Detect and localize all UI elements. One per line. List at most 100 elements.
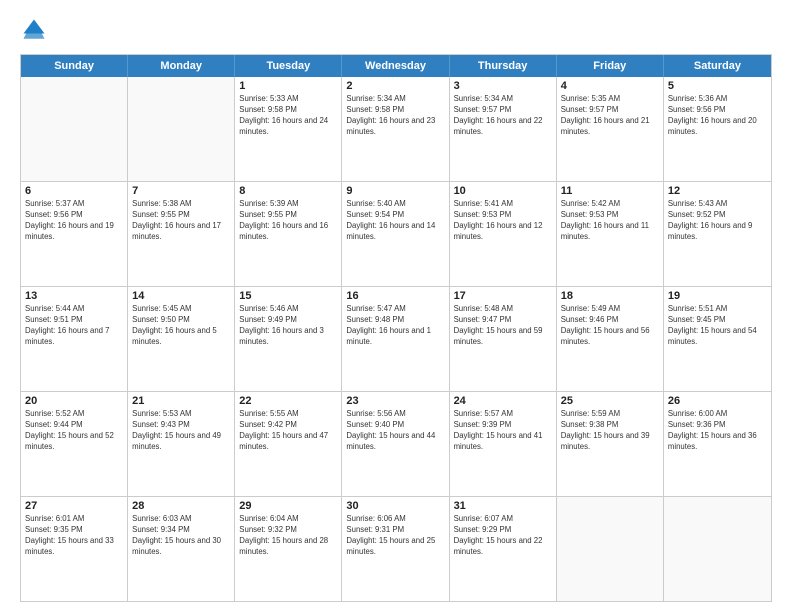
- calendar-cell: 14Sunrise: 5:45 AM Sunset: 9:50 PM Dayli…: [128, 287, 235, 391]
- cell-day-number: 14: [132, 290, 230, 302]
- cell-info: Sunrise: 5:52 AM Sunset: 9:44 PM Dayligh…: [25, 409, 123, 453]
- cell-day-number: 31: [454, 500, 552, 512]
- cell-day-number: 20: [25, 395, 123, 407]
- calendar-cell: 20 Sunrise: 5:52 AM Sunset: 9:44 PM Dayli…: [21, 392, 128, 496]
- logo: [20, 16, 52, 44]
- calendar-cell: 25 Sunrise: 5:59 AM Sunset: 9:38 PM Dayli…: [557, 392, 664, 496]
- calendar-cell: 22 Sunrise: 5:55 AM Sunset: 9:42 PM Dayli…: [235, 392, 342, 496]
- cell-day-number: 5: [668, 80, 767, 92]
- calendar-cell: 1Sunrise: 5:33 AM Sunset: 9:58 PM Daylig…: [235, 77, 342, 181]
- cell-day-number: 25: [561, 395, 659, 407]
- calendar-body: 1Sunrise: 5:33 AM Sunset: 9:58 PM Daylig…: [21, 77, 771, 601]
- calendar-cell: [128, 77, 235, 181]
- calendar-row: 20 Sunrise: 5:52 AM Sunset: 9:44 PM Dayli…: [21, 391, 771, 496]
- weekday-header: Wednesday: [342, 55, 449, 77]
- cell-day-number: 24: [454, 395, 552, 407]
- cell-info: Sunrise: 6:03 AM Sunset: 9:34 PM Dayligh…: [132, 514, 230, 558]
- cell-info: Sunrise: 5:41 AM Sunset: 9:53 PM Dayligh…: [454, 199, 552, 243]
- cell-info: Sunrise: 6:00 AM Sunset: 9:36 PM Dayligh…: [668, 409, 767, 453]
- cell-day-number: 3: [454, 80, 552, 92]
- cell-info: Sunrise: 6:01 AM Sunset: 9:35 PM Dayligh…: [25, 514, 123, 558]
- cell-info: Sunrise: 5:57 AM Sunset: 9:39 PM Dayligh…: [454, 409, 552, 453]
- calendar-cell: [557, 497, 664, 601]
- calendar-cell: 24 Sunrise: 5:57 AM Sunset: 9:39 PM Dayli…: [450, 392, 557, 496]
- calendar-header: SundayMondayTuesdayWednesdayThursdayFrid…: [21, 55, 771, 77]
- calendar-cell: 18Sunrise: 5:49 AM Sunset: 9:46 PM Dayli…: [557, 287, 664, 391]
- cell-info: Sunrise: 5:44 AM Sunset: 9:51 PM Dayligh…: [25, 304, 123, 348]
- calendar-cell: 6 Sunrise: 5:37 AM Sunset: 9:56 PM Daylig…: [21, 182, 128, 286]
- calendar-row: 6 Sunrise: 5:37 AM Sunset: 9:56 PM Daylig…: [21, 181, 771, 286]
- cell-day-number: 23: [346, 395, 444, 407]
- calendar-cell: 2Sunrise: 5:34 AM Sunset: 9:58 PM Daylig…: [342, 77, 449, 181]
- weekday-header: Friday: [557, 55, 664, 77]
- cell-info: Sunrise: 5:38 AM Sunset: 9:55 PM Dayligh…: [132, 199, 230, 243]
- cell-day-number: 15: [239, 290, 337, 302]
- cell-info: Sunrise: 5:42 AM Sunset: 9:53 PM Dayligh…: [561, 199, 659, 243]
- calendar-cell: 7 Sunrise: 5:38 AM Sunset: 9:55 PM Daylig…: [128, 182, 235, 286]
- cell-day-number: 16: [346, 290, 444, 302]
- cell-day-number: 4: [561, 80, 659, 92]
- cell-info: Sunrise: 5:36 AM Sunset: 9:56 PM Dayligh…: [668, 94, 767, 138]
- cell-info: Sunrise: 5:56 AM Sunset: 9:40 PM Dayligh…: [346, 409, 444, 453]
- calendar-cell: 3 Sunrise: 5:34 AM Sunset: 9:57 PM Daylig…: [450, 77, 557, 181]
- cell-day-number: 29: [239, 500, 337, 512]
- weekday-header: Saturday: [664, 55, 771, 77]
- calendar-cell: 31 Sunrise: 6:07 AM Sunset: 9:29 PM Dayli…: [450, 497, 557, 601]
- cell-info: Sunrise: 5:55 AM Sunset: 9:42 PM Dayligh…: [239, 409, 337, 453]
- cell-info: Sunrise: 5:34 AM Sunset: 9:57 PM Dayligh…: [454, 94, 552, 138]
- calendar-cell: 9Sunrise: 5:40 AM Sunset: 9:54 PM Daylig…: [342, 182, 449, 286]
- weekday-header: Thursday: [450, 55, 557, 77]
- calendar-cell: 26 Sunrise: 6:00 AM Sunset: 9:36 PM Dayli…: [664, 392, 771, 496]
- weekday-header: Monday: [128, 55, 235, 77]
- cell-day-number: 13: [25, 290, 123, 302]
- calendar-cell: 27 Sunrise: 6:01 AM Sunset: 9:35 PM Dayli…: [21, 497, 128, 601]
- calendar-cell: 8Sunrise: 5:39 AM Sunset: 9:55 PM Daylig…: [235, 182, 342, 286]
- cell-info: Sunrise: 5:59 AM Sunset: 9:38 PM Dayligh…: [561, 409, 659, 453]
- cell-day-number: 26: [668, 395, 767, 407]
- cell-info: Sunrise: 5:35 AM Sunset: 9:57 PM Dayligh…: [561, 94, 659, 138]
- cell-info: Sunrise: 5:43 AM Sunset: 9:52 PM Dayligh…: [668, 199, 767, 243]
- cell-day-number: 21: [132, 395, 230, 407]
- cell-day-number: 27: [25, 500, 123, 512]
- calendar-cell: 29 Sunrise: 6:04 AM Sunset: 9:32 PM Dayli…: [235, 497, 342, 601]
- calendar-cell: 21 Sunrise: 5:53 AM Sunset: 9:43 PM Dayli…: [128, 392, 235, 496]
- cell-info: Sunrise: 5:34 AM Sunset: 9:58 PM Dayligh…: [346, 94, 444, 138]
- calendar-cell: 5 Sunrise: 5:36 AM Sunset: 9:56 PM Daylig…: [664, 77, 771, 181]
- calendar-cell: 28 Sunrise: 6:03 AM Sunset: 9:34 PM Dayli…: [128, 497, 235, 601]
- cell-info: Sunrise: 6:07 AM Sunset: 9:29 PM Dayligh…: [454, 514, 552, 558]
- cell-day-number: 28: [132, 500, 230, 512]
- calendar-cell: 4 Sunrise: 5:35 AM Sunset: 9:57 PM Daylig…: [557, 77, 664, 181]
- cell-info: Sunrise: 5:53 AM Sunset: 9:43 PM Dayligh…: [132, 409, 230, 453]
- calendar-cell: [664, 497, 771, 601]
- weekday-header: Tuesday: [235, 55, 342, 77]
- cell-day-number: 19: [668, 290, 767, 302]
- cell-day-number: 10: [454, 185, 552, 197]
- logo-icon: [20, 16, 48, 44]
- cell-info: Sunrise: 5:46 AM Sunset: 9:49 PM Dayligh…: [239, 304, 337, 348]
- calendar-cell: 30 Sunrise: 6:06 AM Sunset: 9:31 PM Dayli…: [342, 497, 449, 601]
- cell-day-number: 6: [25, 185, 123, 197]
- cell-info: Sunrise: 5:47 AM Sunset: 9:48 PM Dayligh…: [346, 304, 444, 348]
- calendar-cell: 11 Sunrise: 5:42 AM Sunset: 9:53 PM Dayli…: [557, 182, 664, 286]
- cell-info: Sunrise: 5:37 AM Sunset: 9:56 PM Dayligh…: [25, 199, 123, 243]
- cell-day-number: 22: [239, 395, 337, 407]
- cell-info: Sunrise: 5:48 AM Sunset: 9:47 PM Dayligh…: [454, 304, 552, 348]
- cell-info: Sunrise: 5:51 AM Sunset: 9:45 PM Dayligh…: [668, 304, 767, 348]
- calendar-cell: 13 Sunrise: 5:44 AM Sunset: 9:51 PM Dayli…: [21, 287, 128, 391]
- cell-info: Sunrise: 6:06 AM Sunset: 9:31 PM Dayligh…: [346, 514, 444, 558]
- page: SundayMondayTuesdayWednesdayThursdayFrid…: [0, 0, 792, 612]
- calendar-cell: 12Sunrise: 5:43 AM Sunset: 9:52 PM Dayli…: [664, 182, 771, 286]
- cell-info: Sunrise: 5:33 AM Sunset: 9:58 PM Dayligh…: [239, 94, 337, 138]
- cell-day-number: 17: [454, 290, 552, 302]
- calendar-row: 13 Sunrise: 5:44 AM Sunset: 9:51 PM Dayli…: [21, 286, 771, 391]
- cell-day-number: 7: [132, 185, 230, 197]
- cell-day-number: 30: [346, 500, 444, 512]
- calendar-cell: 15 Sunrise: 5:46 AM Sunset: 9:49 PM Dayli…: [235, 287, 342, 391]
- cell-info: Sunrise: 6:04 AM Sunset: 9:32 PM Dayligh…: [239, 514, 337, 558]
- calendar-row: 1Sunrise: 5:33 AM Sunset: 9:58 PM Daylig…: [21, 77, 771, 181]
- cell-info: Sunrise: 5:40 AM Sunset: 9:54 PM Dayligh…: [346, 199, 444, 243]
- cell-info: Sunrise: 5:49 AM Sunset: 9:46 PM Dayligh…: [561, 304, 659, 348]
- calendar-cell: 10 Sunrise: 5:41 AM Sunset: 9:53 PM Dayli…: [450, 182, 557, 286]
- cell-day-number: 11: [561, 185, 659, 197]
- cell-day-number: 8: [239, 185, 337, 197]
